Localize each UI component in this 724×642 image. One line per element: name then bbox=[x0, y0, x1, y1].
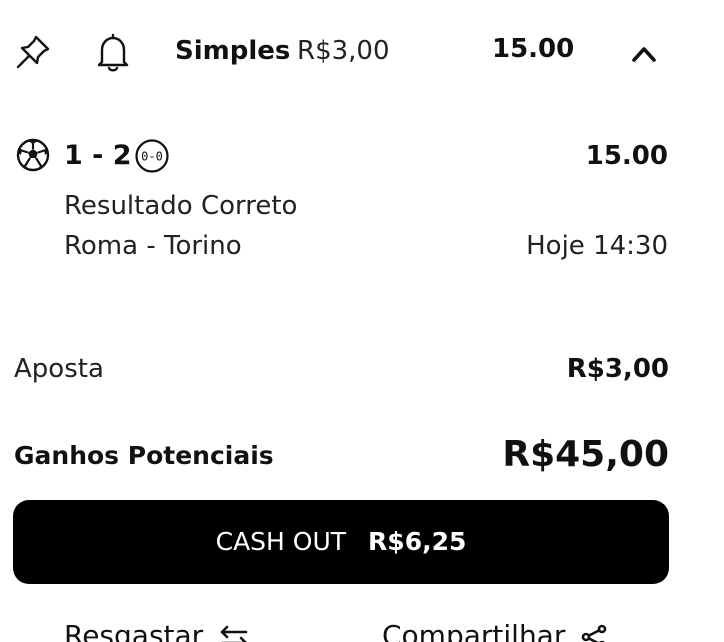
selection-odds: 15.00 bbox=[585, 141, 668, 171]
stake-row: Aposta R$3,00 bbox=[14, 350, 669, 390]
live-score-text: 0-0 bbox=[141, 150, 163, 164]
share-link[interactable]: Compartilhar bbox=[382, 616, 608, 642]
cash-out-button[interactable]: CASH OUT R$6,25 bbox=[13, 500, 669, 584]
share-label: Compartilhar bbox=[382, 619, 566, 642]
pin-icon[interactable] bbox=[14, 33, 52, 71]
cash-out-label: CASH OUT bbox=[215, 527, 347, 556]
header-stake: R$3,00 bbox=[297, 36, 390, 66]
chevron-up-icon[interactable] bbox=[628, 38, 660, 68]
potential-winnings-label: Ganhos Potenciais bbox=[14, 441, 274, 470]
market-name: Resultado Correto bbox=[64, 191, 298, 221]
selection-pick: 1 - 2 bbox=[64, 140, 132, 171]
bell-icon[interactable] bbox=[96, 32, 130, 72]
stake-value: R$3,00 bbox=[566, 354, 669, 384]
redeem-label: Resgastar bbox=[64, 619, 204, 642]
football-icon bbox=[16, 138, 50, 172]
redeem-link[interactable]: Resgastar bbox=[64, 616, 250, 642]
event-name: Roma - Torino bbox=[64, 231, 242, 261]
bet-header: Simples R$3,00 15.00 bbox=[0, 0, 724, 100]
total-odds: 15.00 bbox=[492, 34, 575, 64]
bet-slip-card: Simples R$3,00 15.00 1 - 2 0-0 15.00 Res… bbox=[0, 0, 724, 642]
selection-row: 1 - 2 0-0 15.00 Resultado Correto Roma -… bbox=[0, 130, 724, 280]
swap-icon bbox=[220, 625, 248, 642]
potential-winnings-row: Ganhos Potenciais R$45,00 bbox=[14, 430, 669, 482]
event-time: Hoje 14:30 bbox=[526, 231, 668, 261]
share-icon bbox=[581, 624, 607, 642]
live-score-icon: 0-0 bbox=[135, 139, 169, 173]
bet-type-label: Simples bbox=[175, 36, 291, 66]
potential-winnings-value: R$45,00 bbox=[502, 434, 669, 475]
cash-out-amount: R$6,25 bbox=[368, 527, 467, 556]
footer-actions: Resgastar Compartilhar bbox=[0, 616, 724, 642]
stake-label: Aposta bbox=[14, 354, 104, 384]
